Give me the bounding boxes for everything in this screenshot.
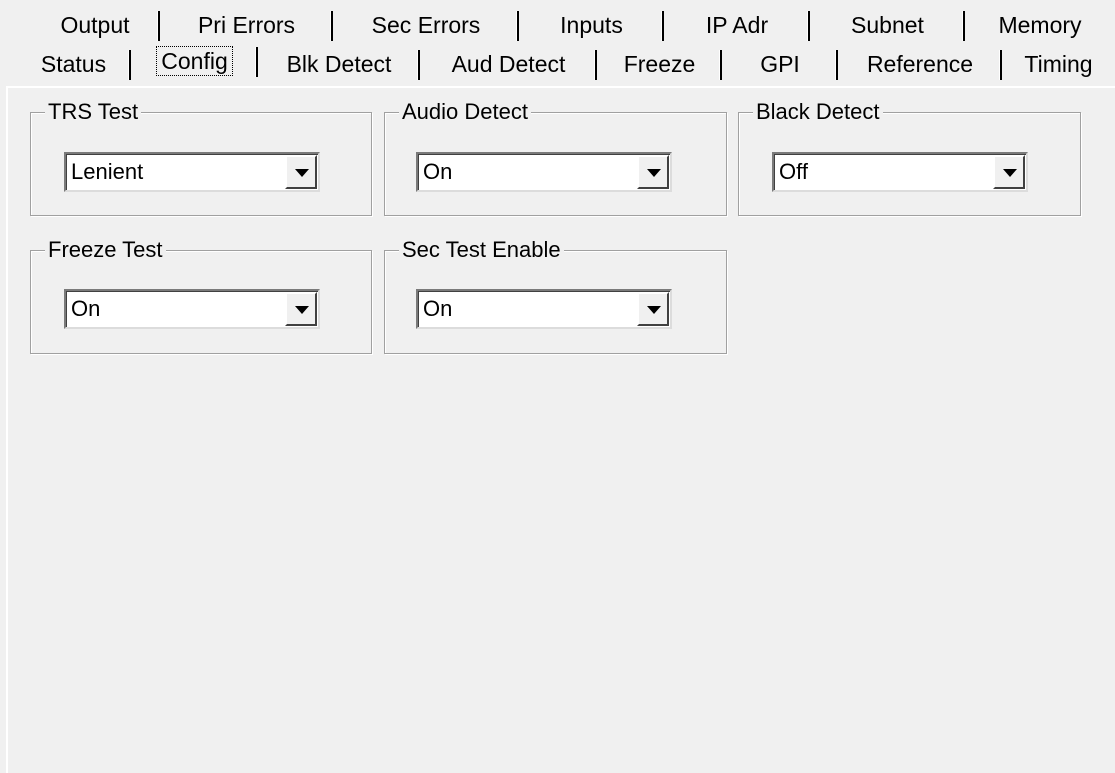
freeze-test-label: Freeze Test: [45, 236, 166, 264]
tab-label: Reference: [866, 51, 974, 77]
trs-test-select[interactable]: Lenient: [64, 152, 320, 192]
tab-label: IP Adr: [705, 12, 769, 38]
chevron-down-icon: [1003, 169, 1017, 177]
tab-freeze[interactable]: Freeze: [597, 47, 722, 81]
tab-label: Aud Detect: [451, 51, 566, 77]
tab-aud-detect[interactable]: Aud Detect: [420, 47, 597, 81]
tab-label: Sec Errors: [371, 12, 481, 38]
sec-test-enable-select[interactable]: On: [416, 289, 672, 329]
audio-detect-label: Audio Detect: [399, 98, 531, 126]
chevron-down-icon: [647, 169, 661, 177]
tab-sec-errors[interactable]: Sec Errors: [333, 8, 519, 42]
tab-subnet[interactable]: Subnet: [810, 8, 965, 42]
chevron-down-icon: [647, 306, 661, 314]
tab-label: Output: [60, 12, 130, 38]
black-detect-select[interactable]: Off: [772, 152, 1028, 192]
freeze-test-select[interactable]: On: [64, 289, 320, 329]
audio-detect-select[interactable]: On: [416, 152, 672, 192]
tab-row-front: Status Config Blk Detect Aud Detect Free…: [0, 44, 1115, 85]
tab-label: Pri Errors: [197, 12, 296, 38]
tab-output[interactable]: Output: [30, 8, 160, 42]
sec-test-enable-label: Sec Test Enable: [399, 236, 564, 264]
tab-label: Freeze: [623, 51, 696, 77]
tab-pri-errors[interactable]: Pri Errors: [160, 8, 333, 42]
tab-label: Blk Detect: [286, 51, 392, 77]
sec-test-enable-dropdown-button[interactable]: [637, 292, 669, 326]
audio-detect-value: On: [423, 159, 453, 184]
black-detect-dropdown-button[interactable]: [993, 155, 1025, 189]
trs-test-label: TRS Test: [45, 98, 142, 126]
tab-ip-adr[interactable]: IP Adr: [664, 8, 810, 42]
tab-row-back: Output Pri Errors Sec Errors Inputs IP A…: [0, 8, 1115, 46]
trs-test-value: Lenient: [71, 159, 144, 184]
black-detect-value: Off: [779, 159, 808, 184]
tab-label: Inputs: [560, 12, 623, 38]
tab-label: Config: [156, 46, 233, 76]
sec-test-enable-value: On: [423, 296, 453, 321]
tab-memory[interactable]: Memory: [965, 8, 1115, 42]
tab-config[interactable]: Config: [131, 44, 258, 78]
tab-timing[interactable]: Timing: [1002, 47, 1115, 81]
trs-test-dropdown-button[interactable]: [285, 155, 317, 189]
freeze-test-dropdown-button[interactable]: [285, 292, 317, 326]
freeze-test-value: On: [71, 296, 101, 321]
tab-reference[interactable]: Reference: [838, 47, 1002, 81]
tab-label: Memory: [998, 12, 1082, 38]
tab-inputs[interactable]: Inputs: [519, 8, 664, 42]
chevron-down-icon: [295, 306, 309, 314]
tab-label: Status: [40, 51, 107, 77]
tab-label: Subnet: [851, 12, 924, 38]
chevron-down-icon: [295, 169, 309, 177]
audio-detect-dropdown-button[interactable]: [637, 155, 669, 189]
tab-status[interactable]: Status: [16, 47, 131, 81]
tab-label: Timing: [1024, 51, 1093, 77]
config-window: Output Pri Errors Sec Errors Inputs IP A…: [0, 0, 1115, 773]
tab-blk-detect[interactable]: Blk Detect: [258, 47, 420, 81]
tab-label: GPI: [760, 51, 800, 77]
tab-gpi[interactable]: GPI: [722, 47, 838, 81]
black-detect-label: Black Detect: [753, 98, 883, 126]
